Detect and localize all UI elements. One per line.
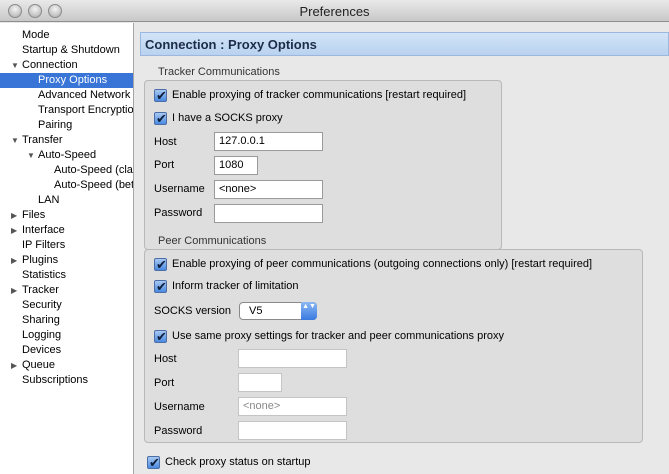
peer-port-label: Port <box>154 377 175 389</box>
checkmark-icon: ✔ <box>156 88 167 103</box>
window-title: Preferences <box>299 4 370 19</box>
sidebar-item-auto-speed-beta[interactable]: Auto-Speed (beta) <box>0 178 133 193</box>
sidebar-item-statistics[interactable]: Statistics <box>0 268 133 283</box>
checkmark-icon: ✔ <box>156 279 167 294</box>
peer-password-field[interactable] <box>238 421 347 440</box>
disclosure-collapsed-icon[interactable]: ▶ <box>11 253 17 268</box>
sidebar-item-plugins[interactable]: ▶ Plugins <box>0 253 133 268</box>
checkmark-icon: ✔ <box>156 111 167 126</box>
tracker-group: ✔ Enable proxying of tracker communicati… <box>144 80 502 250</box>
peer-username-field[interactable]: <none> <box>238 397 347 416</box>
disclosure-collapsed-icon[interactable]: ▶ <box>11 358 17 373</box>
popup-arrows-icon: ▲▼ <box>301 302 317 320</box>
tracker-host-field[interactable]: 127.0.0.1 <box>214 132 323 151</box>
sidebar-item-logging[interactable]: Logging <box>0 328 133 343</box>
page-header: Connection : Proxy Options <box>140 32 669 56</box>
sidebar-item-transport-encryption[interactable]: Transport Encryption <box>0 103 133 118</box>
disclosure-expanded-icon[interactable]: ▼ <box>11 58 19 73</box>
sidebar-item-connection[interactable]: ▼ Connection <box>0 58 133 73</box>
page-title: Connection : Proxy Options <box>145 37 317 52</box>
sidebar-item-security[interactable]: Security <box>0 298 133 313</box>
sidebar-item-subscriptions[interactable]: Subscriptions <box>0 373 133 388</box>
checkmark-icon: ✔ <box>156 329 167 344</box>
sidebar-item-ip-filters[interactable]: IP Filters <box>0 238 133 253</box>
tracker-password-label: Password <box>154 207 203 219</box>
peer-group: ✔ Enable proxying of peer communications… <box>144 249 643 443</box>
sidebar-item-queue[interactable]: ▶ Queue <box>0 358 133 373</box>
peer-group-title: Peer Communications <box>158 235 267 247</box>
tracker-username-label: Username <box>154 183 205 195</box>
sidebar-item-advanced-network[interactable]: Advanced Network <box>0 88 133 103</box>
checkmark-icon: ✔ <box>156 257 167 272</box>
tracker-host-label: Host <box>154 136 177 148</box>
tracker-group-title: Tracker Communications <box>158 66 280 78</box>
disclosure-expanded-icon[interactable]: ▼ <box>11 133 19 148</box>
sidebar-item-proxy-options[interactable]: Proxy Options <box>0 73 133 88</box>
disclosure-collapsed-icon[interactable]: ▶ <box>11 208 17 223</box>
socks-version-label: SOCKS version <box>154 305 232 317</box>
sidebar-item-sharing[interactable]: Sharing <box>0 313 133 328</box>
tracker-port-label: Port <box>154 159 175 171</box>
disclosure-expanded-icon[interactable]: ▼ <box>27 148 35 163</box>
preferences-sidebar: Mode Startup & Shutdown ▼ Connection Prox… <box>0 23 134 474</box>
peer-username-label: Username <box>154 401 205 413</box>
sidebar-item-interface[interactable]: ▶ Interface <box>0 223 133 238</box>
sidebar-item-transfer[interactable]: ▼ Transfer <box>0 133 133 148</box>
sidebar-item-pairing[interactable]: Pairing <box>0 118 133 133</box>
sidebar-item-devices[interactable]: Devices <box>0 343 133 358</box>
tracker-password-field[interactable] <box>214 204 323 223</box>
peer-password-label: Password <box>154 425 203 437</box>
title-bar: Preferences <box>0 0 669 22</box>
tracker-port-field[interactable]: 1080 <box>214 156 258 175</box>
sidebar-item-auto-speed-classic[interactable]: Auto-Speed (classic) <box>0 163 133 178</box>
sidebar-item-startup-shutdown[interactable]: Startup & Shutdown <box>0 43 133 58</box>
peer-port-field[interactable] <box>238 373 282 392</box>
main-panel: Connection : Proxy Options Tracker Commu… <box>135 23 669 474</box>
sidebar-item-lan[interactable]: LAN <box>0 193 133 208</box>
peer-host-field[interactable] <box>238 349 347 368</box>
sidebar-item-files[interactable]: ▶ Files <box>0 208 133 223</box>
disclosure-collapsed-icon[interactable]: ▶ <box>11 283 17 298</box>
sidebar-item-tracker[interactable]: ▶ Tracker <box>0 283 133 298</box>
disclosure-collapsed-icon[interactable]: ▶ <box>11 223 17 238</box>
tracker-username-field[interactable]: <none> <box>214 180 323 199</box>
sidebar-item-auto-speed[interactable]: ▼ Auto-Speed <box>0 148 133 163</box>
socks-version-select[interactable]: V5 ▲▼ <box>239 302 317 320</box>
checkmark-icon: ✔ <box>149 455 160 470</box>
sidebar-item-mode[interactable]: Mode <box>0 28 133 43</box>
peer-host-label: Host <box>154 353 177 365</box>
